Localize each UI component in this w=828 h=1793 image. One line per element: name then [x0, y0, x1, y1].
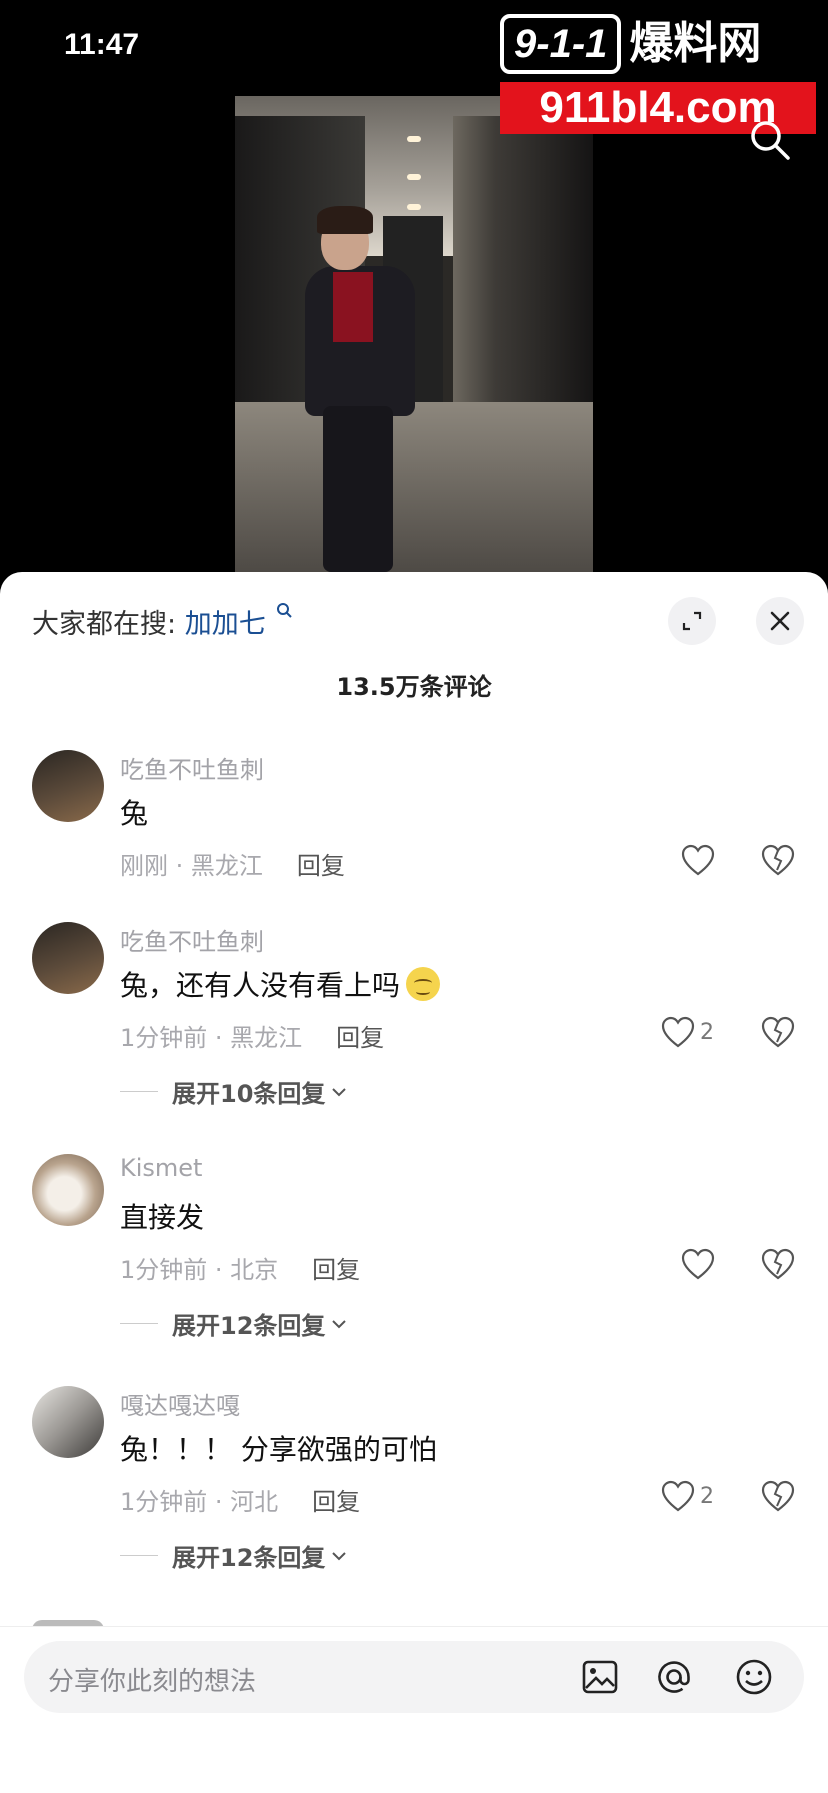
reply-button[interactable]: 回复 — [336, 1024, 384, 1052]
expand-replies[interactable]: 展开10条回复 — [120, 1074, 347, 1109]
comment-meta: 刚刚 · 黑龙江 回复 — [120, 846, 345, 881]
comment-input-bar: 分享你此刻的想法 — [0, 1626, 828, 1793]
emoji-icon — [406, 967, 441, 1001]
dislike-icon[interactable] — [760, 843, 796, 877]
comment-input[interactable]: 分享你此刻的想法 — [24, 1641, 804, 1713]
like-button[interactable]: 2 — [660, 1012, 740, 1052]
reply-button[interactable]: 回复 — [297, 852, 345, 880]
at-mention-icon[interactable] — [654, 1657, 694, 1697]
trending-label: 大家都在搜: — [32, 609, 177, 640]
avatar[interactable] — [32, 750, 104, 822]
heart-icon — [681, 1248, 715, 1280]
divider — [120, 1323, 158, 1324]
comment-meta: 1分钟前 · 黑龙江 回复 — [120, 1018, 384, 1053]
video-player[interactable] — [235, 96, 593, 572]
close-button[interactable] — [756, 597, 804, 645]
expand-icon — [682, 611, 702, 631]
divider — [120, 1555, 158, 1556]
comment-time-location: 刚刚 · 黑龙江 — [120, 852, 263, 880]
like-button[interactable] — [680, 1244, 760, 1284]
reply-button[interactable]: 回复 — [312, 1256, 360, 1284]
close-icon — [770, 611, 790, 631]
comment-text: 兔，还有人没有看上吗 — [120, 969, 401, 1002]
dancer — [295, 206, 425, 572]
comment-text: 直接发 — [120, 1201, 205, 1234]
comment-username[interactable]: 吃鱼不吐鱼刺 — [120, 922, 264, 957]
avatar[interactable] — [32, 1154, 104, 1226]
comment-meta: 1分钟前 · 河北 回复 — [120, 1482, 360, 1517]
watermark: 9-1-1 爆料网 911bl4.com — [500, 14, 816, 134]
comment-time-location: 1分钟前 · 河北 — [120, 1488, 279, 1516]
expand-replies[interactable]: 展开12条回复 — [120, 1538, 347, 1573]
dislike-icon[interactable] — [760, 1015, 796, 1049]
trending-search[interactable]: 大家都在搜: 加加七 — [32, 602, 293, 641]
heart-icon — [681, 844, 715, 876]
search-icon[interactable] — [748, 118, 792, 162]
comment-username[interactable]: Kismet — [120, 1154, 202, 1182]
dislike-icon[interactable] — [760, 1479, 796, 1513]
comment-text-row: 兔，还有人没有看上吗 — [120, 964, 441, 1004]
comment-username[interactable]: 吃鱼不吐鱼刺 — [120, 750, 264, 785]
watermark-logo: 9-1-1 — [500, 14, 622, 74]
comment-meta: 1分钟前 · 北京 回复 — [120, 1250, 360, 1285]
comments-sheet: 大家都在搜: 加加七 13.5万条评论 吃鱼不吐鱼刺 兔 刚刚 · 黑龙江回复 — [0, 572, 828, 1793]
like-count: 2 — [700, 1019, 714, 1045]
chevron-down-icon — [332, 1551, 347, 1560]
expand-replies[interactable]: 展开12条回复 — [120, 1306, 347, 1341]
heart-icon — [661, 1480, 695, 1512]
comment-time-location: 1分钟前 · 北京 — [120, 1256, 279, 1284]
avatar[interactable] — [32, 922, 104, 994]
expand-replies-label: 展开10条回复 — [172, 1080, 326, 1108]
like-button[interactable] — [680, 840, 760, 880]
search-icon — [277, 603, 293, 618]
heart-icon — [661, 1016, 695, 1048]
ceiling-light — [407, 136, 421, 142]
comment-count: 13.5万条评论 — [336, 673, 492, 701]
chevron-down-icon — [332, 1087, 347, 1096]
emoji-icon[interactable] — [734, 1657, 774, 1697]
comment-text: 兔！！！ 分享欲强的可怕 — [120, 1433, 437, 1466]
reply-button[interactable]: 回复 — [312, 1488, 360, 1516]
dislike-icon[interactable] — [760, 1247, 796, 1281]
watermark-name: 爆料网 — [629, 18, 762, 69]
expand-button[interactable] — [668, 597, 716, 645]
image-icon[interactable] — [580, 1657, 620, 1697]
chevron-down-icon — [332, 1319, 347, 1328]
ceiling-light — [407, 174, 421, 180]
comment-time-location: 1分钟前 · 黑龙江 — [120, 1024, 303, 1052]
expand-replies-label: 展开12条回复 — [172, 1544, 326, 1572]
status-time: 11:47 — [64, 28, 140, 61]
comment-input-placeholder: 分享你此刻的想法 — [48, 1667, 257, 1697]
video-area[interactable]: 11:47 9-1-1 爆料网 911bl4.com — [0, 0, 828, 572]
avatar[interactable] — [32, 1386, 104, 1458]
divider — [120, 1091, 158, 1092]
comment-username[interactable]: 嘎达嘎达嘎 — [120, 1386, 240, 1421]
expand-replies-label: 展开12条回复 — [172, 1312, 326, 1340]
trending-term[interactable]: 加加七 — [185, 609, 266, 640]
comment-text: 兔 — [120, 797, 149, 830]
like-button[interactable]: 2 — [660, 1476, 740, 1516]
like-count: 2 — [700, 1483, 714, 1509]
